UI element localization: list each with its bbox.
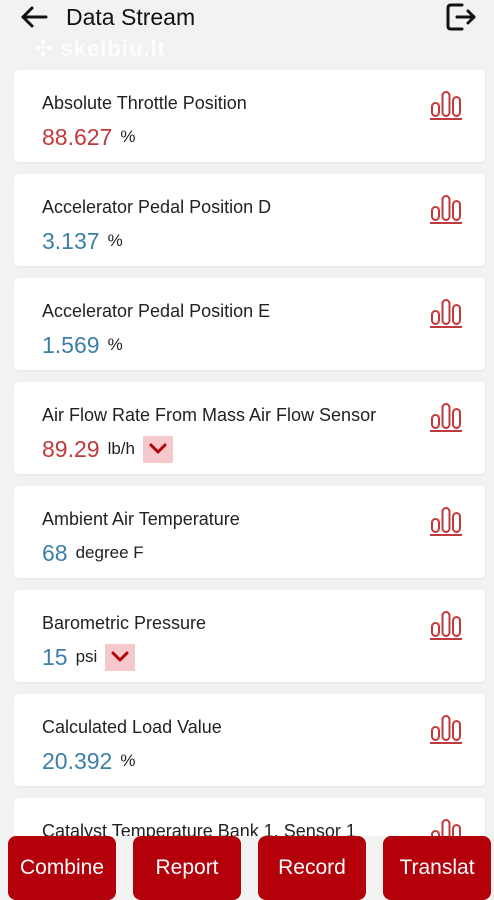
item-unit: %: [107, 231, 123, 250]
item-value-row: 1.569 %: [42, 330, 123, 360]
bar-chart-icon[interactable]: [430, 504, 462, 536]
app-header: Data Stream ✣ skelbiu.lt: [0, 0, 494, 66]
back-button[interactable]: [14, 0, 54, 34]
item-name: Accelerator Pedal Position E: [42, 301, 271, 321]
watermark-text: skelbiu.lt: [60, 36, 166, 61]
chevron-down-icon: [111, 651, 129, 662]
item-unit: %: [120, 751, 136, 770]
list-item[interactable]: Absolute Throttle Position 88.627 %: [14, 70, 485, 162]
item-unit: %: [120, 127, 136, 146]
item-value-row: 88.627 %: [42, 122, 135, 152]
translate-button[interactable]: Translat: [383, 836, 491, 900]
bar-chart-icon[interactable]: [430, 88, 462, 120]
bar-chart-icon[interactable]: [430, 400, 462, 432]
watermark-icon: ✣: [34, 36, 61, 61]
item-unit: %: [107, 335, 123, 354]
item-value-row: 89.29 lb/h: [42, 434, 173, 464]
item-value-row: 15 psi: [42, 642, 136, 672]
list-item[interactable]: Ambient Air Temperature 68 degree F: [14, 486, 485, 578]
item-unit: lb/h: [107, 439, 135, 458]
watermark-logo: ✣ skelbiu.lt: [34, 36, 166, 62]
item-value: 68: [42, 539, 68, 566]
item-name: Catalyst Temperature Bank 1, Sensor 1: [42, 821, 356, 836]
item-value: 20.392: [42, 747, 113, 774]
data-stream-list[interactable]: Absolute Throttle Position 88.627 % Acce…: [0, 66, 494, 836]
item-unit: psi: [75, 647, 98, 666]
item-value-row: 20.392 %: [42, 746, 135, 776]
exit-button[interactable]: [440, 0, 482, 34]
combine-button[interactable]: Combine: [8, 836, 116, 900]
bar-chart-icon[interactable]: [430, 192, 462, 224]
bar-chart-icon[interactable]: [430, 608, 462, 640]
item-value-row: 3.137 %: [42, 226, 123, 256]
item-value: 89.29: [42, 435, 100, 462]
list-item[interactable]: Barometric Pressure 15 psi: [14, 590, 485, 682]
record-button[interactable]: Record: [258, 836, 366, 900]
item-value-row: 68 degree F: [42, 538, 144, 568]
item-name: Accelerator Pedal Position D: [42, 197, 272, 217]
unit-dropdown-button[interactable]: [142, 435, 173, 463]
list-item[interactable]: Catalyst Temperature Bank 1, Sensor 1: [14, 798, 485, 836]
list-item[interactable]: Accelerator Pedal Position D 3.137 %: [14, 174, 485, 266]
bar-chart-icon[interactable]: [430, 296, 462, 328]
item-value: 3.137: [42, 227, 100, 254]
item-value: 1.569: [42, 331, 100, 358]
item-unit: degree F: [75, 543, 144, 562]
item-name: Air Flow Rate From Mass Air Flow Sensor: [42, 405, 377, 425]
chevron-down-icon: [149, 443, 167, 454]
item-value: 15: [42, 643, 68, 670]
unit-dropdown-button[interactable]: [105, 643, 136, 671]
item-name: Barometric Pressure: [42, 613, 207, 633]
item-name: Ambient Air Temperature: [42, 509, 240, 529]
item-value: 88.627: [42, 123, 113, 150]
logout-icon: [446, 3, 476, 31]
bar-chart-icon[interactable]: [430, 816, 462, 836]
report-button[interactable]: Report: [133, 836, 241, 900]
item-name: Absolute Throttle Position: [42, 93, 247, 113]
list-item[interactable]: Calculated Load Value 20.392 %: [14, 694, 485, 786]
list-item[interactable]: Accelerator Pedal Position E 1.569 %: [14, 278, 485, 370]
bar-chart-icon[interactable]: [430, 712, 462, 744]
arrow-left-icon: [21, 6, 48, 28]
bottom-action-bar: Combine Report Record Translat: [0, 836, 494, 900]
list-item[interactable]: Air Flow Rate From Mass Air Flow Sensor …: [14, 382, 485, 474]
item-name: Calculated Load Value: [42, 717, 222, 737]
page-title: Data Stream: [66, 4, 196, 30]
